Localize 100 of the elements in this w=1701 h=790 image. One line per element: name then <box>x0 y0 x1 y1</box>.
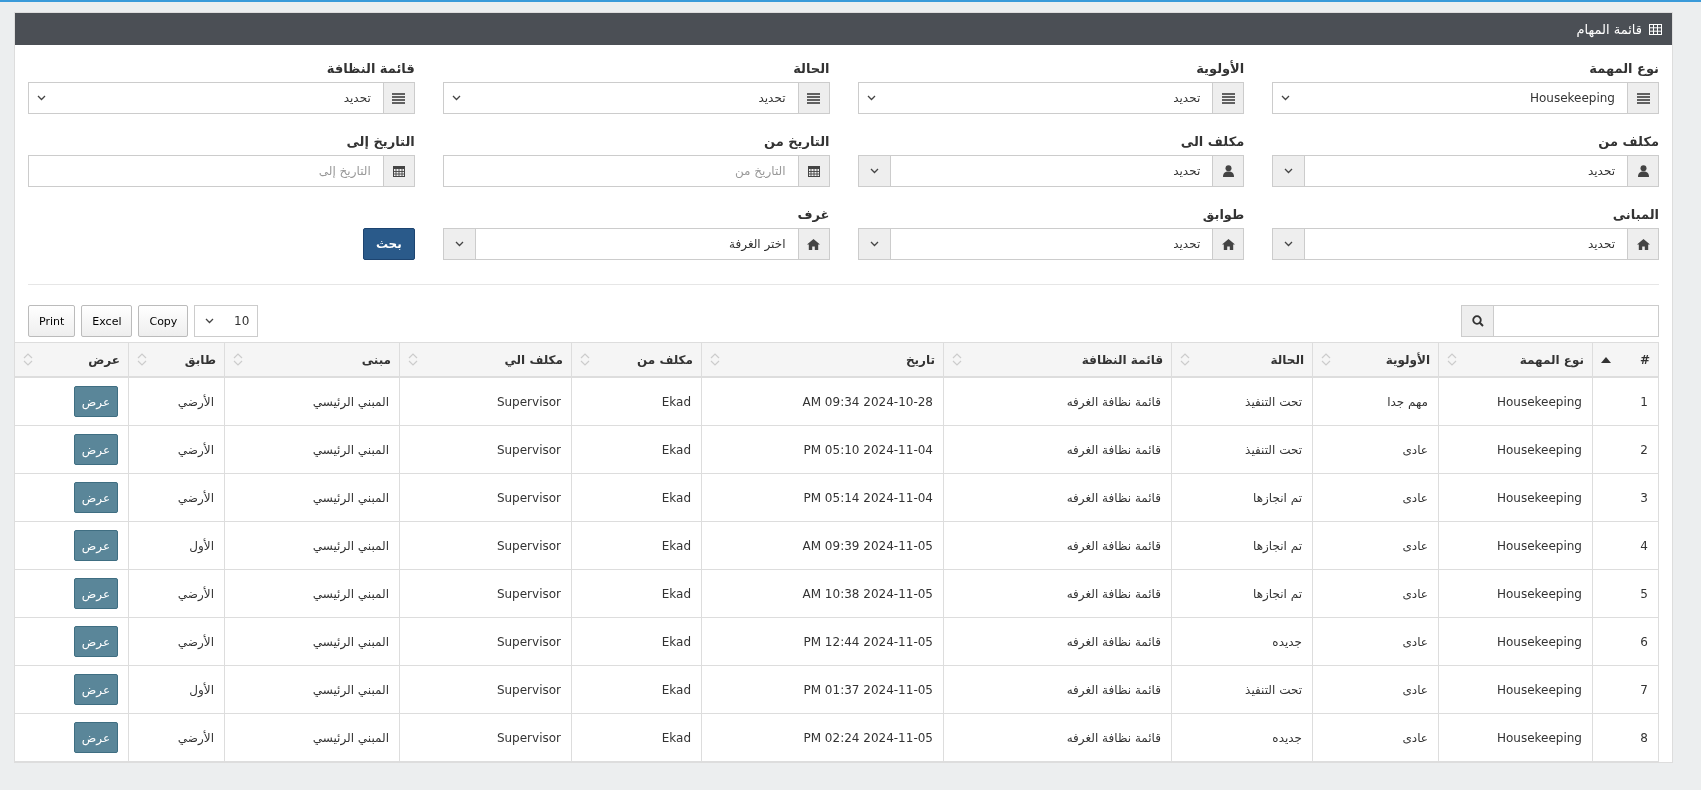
table-cell: قائمة نظافة الغرفه <box>1066 442 1161 457</box>
column-header[interactable]: الأولوية <box>1385 352 1430 367</box>
table-cell: 3 <box>1640 490 1648 505</box>
sort-icon[interactable] <box>23 353 33 366</box>
select-field[interactable]: Housekeeping <box>1272 82 1627 114</box>
table-cell: مهم جدا <box>1387 394 1428 409</box>
combo-field[interactable]: تحديد <box>889 155 1213 187</box>
chevron-down-icon <box>1284 241 1294 247</box>
view-button[interactable]: عرض <box>74 530 118 561</box>
column-header[interactable]: تاريخ <box>905 352 935 367</box>
table-cell: Supervisor <box>496 394 561 409</box>
export-button[interactable]: Copy <box>138 305 189 337</box>
view-button[interactable]: عرض <box>74 434 118 465</box>
table-cell: قائمة نظافة الغرفه <box>1066 490 1161 505</box>
table-cell: الأرضي <box>177 634 214 649</box>
page-length-select[interactable]: 10 <box>194 305 259 337</box>
table-cell: الأرضي <box>177 394 214 409</box>
table-cell: Housekeeping <box>1496 634 1582 649</box>
table-cell: Ekad <box>661 538 691 553</box>
select-field[interactable]: تحديد <box>28 82 383 114</box>
panel-title: قائمة المهام <box>1576 21 1642 37</box>
field-label: التاريخ إلى <box>345 134 415 149</box>
sort-icon[interactable] <box>1321 353 1331 366</box>
dropdown-button[interactable] <box>857 228 890 260</box>
date-field[interactable]: التاريخ من <box>442 155 798 187</box>
chevron-down-icon <box>1281 95 1291 101</box>
table-cell: Ekad <box>661 394 691 409</box>
table-cell: المبني الرئيسي <box>312 634 389 649</box>
search-field[interactable] <box>1493 305 1659 337</box>
home-icon <box>1221 238 1235 250</box>
chevron-down-icon <box>451 95 461 101</box>
table-cell: الأول <box>189 538 214 553</box>
view-button[interactable]: عرض <box>74 482 118 513</box>
calendar-icon <box>392 165 405 177</box>
search-icon-button[interactable] <box>1461 305 1493 337</box>
table-cell: المبني الرئيسي <box>312 538 389 553</box>
column-header[interactable]: مكلف من <box>637 352 693 367</box>
view-button[interactable]: عرض <box>74 674 118 705</box>
combo-field[interactable]: تحديد <box>889 228 1213 260</box>
table-cell: PM 05:10 2024-11-04 <box>803 442 933 457</box>
select-field[interactable]: تحديد <box>857 82 1213 114</box>
view-button[interactable]: عرض <box>74 578 118 609</box>
select-field[interactable]: تحديد <box>442 82 798 114</box>
sort-icon[interactable] <box>580 353 590 366</box>
column-header[interactable]: طابق <box>184 352 216 367</box>
sort-icon[interactable] <box>1447 353 1457 366</box>
table-cell: المبني الرئيسي <box>312 586 389 601</box>
sort-icon[interactable] <box>710 353 720 366</box>
home-icon <box>1636 238 1650 250</box>
table-cell: PM 01:37 2024-11-05 <box>803 682 933 697</box>
sort-icon[interactable] <box>1180 353 1190 366</box>
chevron-down-icon <box>37 95 46 101</box>
dropdown-button[interactable] <box>1272 228 1305 260</box>
chevron-down-icon <box>205 318 215 324</box>
column-header[interactable]: مبنى <box>361 352 391 367</box>
table-cell: عادى <box>1402 682 1428 697</box>
column-header[interactable]: # <box>1639 352 1650 367</box>
sort-icon[interactable] <box>408 353 418 366</box>
user-icon <box>1222 165 1234 177</box>
field-label: قائمة النظافة <box>325 61 415 76</box>
column-header[interactable]: عرض <box>88 352 120 367</box>
table-cell: 8 <box>1640 730 1648 745</box>
date-field[interactable]: التاريخ إلى <box>28 155 383 187</box>
sort-ascending-icon[interactable] <box>1601 356 1611 363</box>
export-button[interactable]: Print <box>28 305 76 337</box>
combo-field[interactable]: اختر الغرفة <box>474 228 798 260</box>
view-button[interactable]: عرض <box>74 626 118 657</box>
field-label: غرف <box>796 207 830 222</box>
table-cell: Housekeeping <box>1496 442 1582 457</box>
table-cell: قائمة نظافة الغرفه <box>1066 394 1161 409</box>
table-cell: Ekad <box>661 490 691 505</box>
dropdown-button[interactable] <box>442 228 475 260</box>
table-cell: جديده <box>1272 634 1302 649</box>
table-cell: 5 <box>1640 586 1648 601</box>
search-button[interactable]: بحث <box>362 228 415 260</box>
column-header[interactable]: الحالة <box>1270 352 1304 367</box>
chevron-down-icon <box>866 95 876 101</box>
table-cell: 7 <box>1640 682 1648 697</box>
column-header[interactable]: قائمة النظافة <box>1081 352 1163 367</box>
chevron-down-icon <box>1284 168 1294 174</box>
table-cell: قائمة نظافة الغرفه <box>1066 538 1161 553</box>
field-label: الحالة <box>792 61 830 76</box>
export-button[interactable]: Excel <box>81 305 133 337</box>
column-header[interactable]: نوع المهمة <box>1519 352 1584 367</box>
table-cell: الأرضي <box>177 586 214 601</box>
combo-field[interactable]: تحديد <box>1304 155 1627 187</box>
sort-icon[interactable] <box>137 353 147 366</box>
sort-icon[interactable] <box>952 353 962 366</box>
table-cell: Supervisor <box>496 586 561 601</box>
table-cell: تحت التنفيذ <box>1245 682 1302 697</box>
combo-field[interactable]: تحديد <box>1304 228 1627 260</box>
table-cell: Housekeeping <box>1496 538 1582 553</box>
dropdown-button[interactable] <box>1272 155 1305 187</box>
view-button[interactable]: عرض <box>74 722 118 753</box>
table-cell: Ekad <box>661 442 691 457</box>
dropdown-button[interactable] <box>857 155 890 187</box>
column-header[interactable]: مكلف الي <box>504 352 563 367</box>
view-button[interactable]: عرض <box>74 386 118 417</box>
table-cell: Housekeeping <box>1496 730 1582 745</box>
sort-icon[interactable] <box>233 353 243 366</box>
